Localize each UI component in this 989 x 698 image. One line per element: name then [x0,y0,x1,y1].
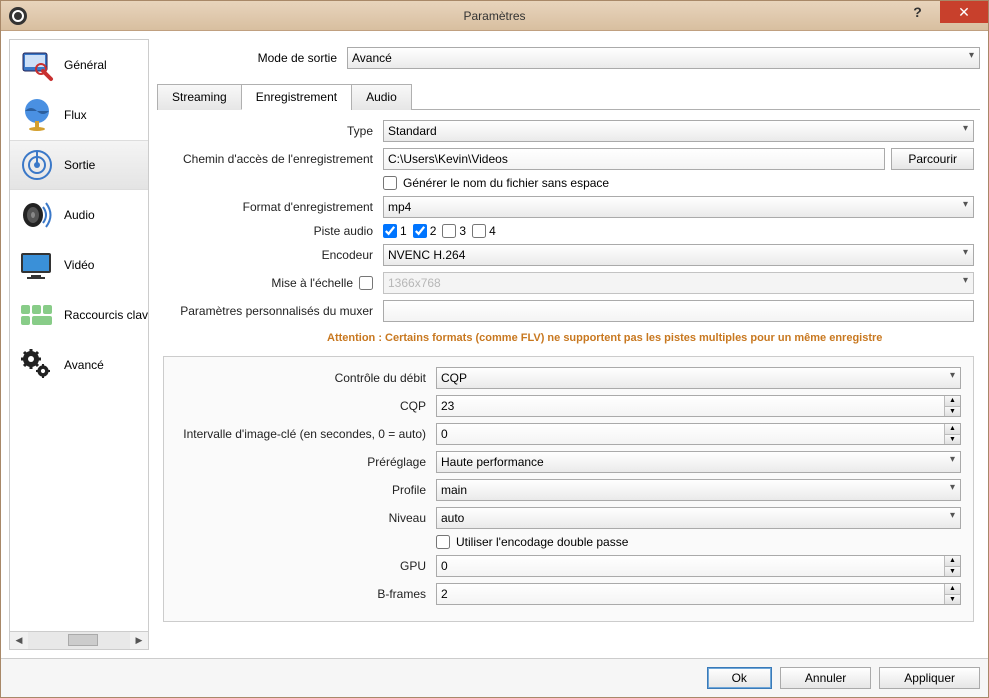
output-mode-label: Mode de sortie [157,51,337,65]
track-3-checkbox[interactable] [442,224,456,238]
encoder-select[interactable]: NVENC H.264 [383,244,974,266]
rescale-select: 1366x768 [383,272,974,294]
sidebar-scrollbar[interactable]: ◀ ▶ [10,631,148,649]
hotkeys-icon [18,296,56,334]
type-label: Type [163,124,373,138]
gpu-label: GPU [176,559,426,573]
gen-filename-checkbox[interactable] [383,176,397,190]
keyint-input[interactable] [436,423,961,445]
sidebar-item-label: Audio [64,208,95,222]
help-button[interactable]: ? [895,1,940,23]
preset-label: Préréglage [176,455,426,469]
spin-down-icon[interactable]: ▼ [944,435,960,445]
twopass-label: Utiliser l'encodage double passe [456,535,628,549]
type-select[interactable]: Standard [383,120,974,142]
general-icon [18,46,56,84]
encoder-settings-group: Contrôle du débit CQP CQP ▲▼ Intervalle … [163,356,974,622]
sidebar-item-video[interactable]: Vidéo [10,240,148,290]
bframes-label: B-frames [176,587,426,601]
sidebar-item-general[interactable]: Général [10,40,148,90]
rec-format-select[interactable]: mp4 [383,196,974,218]
profile-label: Profile [176,483,426,497]
spin-down-icon[interactable]: ▼ [944,567,960,577]
video-icon [18,246,56,284]
rescale-checkbox[interactable] [359,276,373,290]
sidebar-item-output[interactable]: Sortie [10,140,148,190]
rescale-label: Mise à l'échelle [271,276,353,290]
gpu-input[interactable] [436,555,961,577]
spin-up-icon[interactable]: ▲ [944,556,960,567]
gen-filename-label: Générer le nom du fichier sans espace [403,176,609,190]
dialog-footer: Ok Annuler Appliquer [1,658,988,697]
sidebar: Général Flux Sortie [10,40,148,631]
rec-path-label: Chemin d'accès de l'enregistrement [163,152,373,166]
apply-button[interactable]: Appliquer [879,667,980,689]
rate-control-select[interactable]: CQP [436,367,961,389]
scroll-track[interactable] [28,632,130,649]
close-button[interactable]: ✕ [940,1,988,23]
spin-up-icon[interactable]: ▲ [944,584,960,595]
app-icon [9,7,27,25]
spin-up-icon[interactable]: ▲ [944,424,960,435]
scroll-thumb[interactable] [68,634,98,646]
audio-track-label: Piste audio [163,224,373,238]
stream-icon [18,96,56,134]
tab-recording[interactable]: Enregistrement [241,84,352,110]
sidebar-item-label: Avancé [64,358,104,372]
sidebar-item-label: Vidéo [64,258,94,272]
sidebar-item-advanced[interactable]: Avancé [10,340,148,390]
sidebar-item-audio[interactable]: Audio [10,190,148,240]
tab-streaming[interactable]: Streaming [157,84,242,110]
output-mode-select[interactable]: Avancé [347,47,980,69]
sidebar-item-stream[interactable]: Flux [10,90,148,140]
profile-select[interactable]: main [436,479,961,501]
browse-button[interactable]: Parcourir [891,148,974,170]
sidebar-item-label: Général [64,58,107,72]
tab-audio[interactable]: Audio [351,84,412,110]
track-1-checkbox[interactable] [383,224,397,238]
encoder-label: Encodeur [163,248,373,262]
cancel-button[interactable]: Annuler [780,667,871,689]
keyint-label: Intervalle d'image-clé (en secondes, 0 =… [176,427,426,441]
output-icon [18,146,56,184]
rec-format-label: Format d'enregistrement [163,200,373,214]
ok-button[interactable]: Ok [707,667,772,689]
sidebar-item-hotkeys[interactable]: Raccourcis clavier [10,290,148,340]
spin-up-icon[interactable]: ▲ [944,396,960,407]
rec-path-input[interactable] [383,148,885,170]
spin-down-icon[interactable]: ▼ [944,407,960,417]
cqp-label: CQP [176,399,426,413]
muxer-input[interactable] [383,300,974,322]
format-warning: Attention : Certains formats (comme FLV)… [157,328,980,352]
window-title: Paramètres [1,9,988,23]
sidebar-item-label: Sortie [64,158,95,172]
level-label: Niveau [176,511,426,525]
track-4-checkbox[interactable] [472,224,486,238]
twopass-checkbox[interactable] [436,535,450,549]
preset-select[interactable]: Haute performance [436,451,961,473]
titlebar: Paramètres ? ✕ [1,1,988,31]
level-select[interactable]: auto [436,507,961,529]
muxer-label: Paramètres personnalisés du muxer [163,304,373,318]
spin-down-icon[interactable]: ▼ [944,595,960,605]
sidebar-item-label: Raccourcis clavier [64,308,148,322]
output-tabs: Streaming Enregistrement Audio [157,83,980,110]
bframes-input[interactable] [436,583,961,605]
scroll-right-icon[interactable]: ▶ [130,632,148,649]
cqp-input[interactable] [436,395,961,417]
track-2-checkbox[interactable] [413,224,427,238]
sidebar-item-label: Flux [64,108,87,122]
rate-control-label: Contrôle du débit [176,371,426,385]
advanced-icon [18,346,56,384]
scroll-left-icon[interactable]: ◀ [10,632,28,649]
audio-icon [18,196,56,234]
